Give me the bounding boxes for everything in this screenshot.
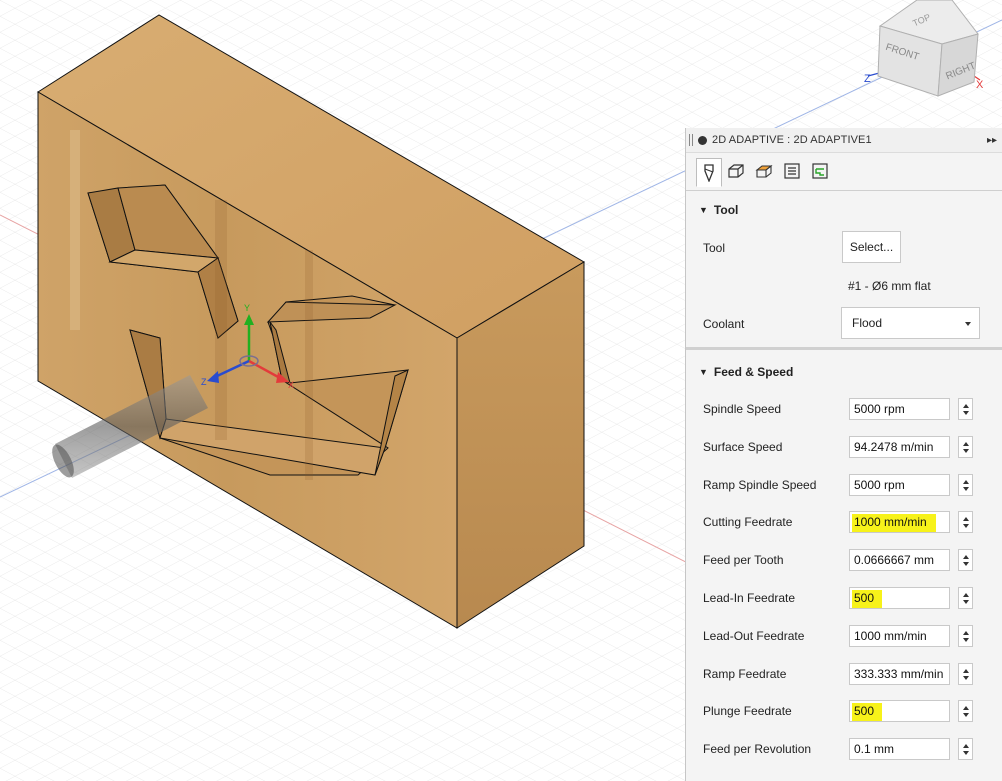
stepper-down-icon[interactable] <box>963 676 969 680</box>
surface-speed-label: Surface Speed <box>703 440 783 454</box>
dropdown-caret-icon <box>965 322 971 326</box>
stepper-up-icon[interactable] <box>963 404 969 408</box>
tab-linking[interactable] <box>808 158 832 184</box>
stepper-down-icon[interactable] <box>963 600 969 604</box>
stepper-down-icon[interactable] <box>963 411 969 415</box>
panel-header: 2D ADAPTIVE : 2D ADAPTIVE1 ▸▸ <box>686 128 1002 153</box>
tool-description: #1 - Ø6 mm flat <box>848 279 931 293</box>
plunge-feedrate-input[interactable]: 500 <box>849 700 950 722</box>
lead-out-feedrate-stepper[interactable] <box>958 625 973 647</box>
stepper-down-icon[interactable] <box>963 524 969 528</box>
cutting-feedrate-label: Cutting Feedrate <box>703 515 793 529</box>
operation-panel: 2D ADAPTIVE : 2D ADAPTIVE1 ▸▸ ▼ Tool Too… <box>685 128 1002 781</box>
stepper-up-icon[interactable] <box>963 744 969 748</box>
feed-per-revolution-input[interactable]: 0.1 mm <box>849 738 950 760</box>
stepper-down-icon[interactable] <box>963 487 969 491</box>
panel-tabs <box>686 155 1002 191</box>
coolant-value: Flood <box>852 316 883 330</box>
feed-per-tooth-label: Feed per Tooth <box>703 553 784 567</box>
ramp-feedrate-stepper[interactable] <box>958 663 973 685</box>
passes-tab-icon <box>784 163 800 179</box>
stepper-down-icon[interactable] <box>963 638 969 642</box>
viewcube-z-label: Z <box>864 73 871 85</box>
stepper-down-icon[interactable] <box>963 562 969 566</box>
section-divider <box>686 347 1002 350</box>
spindle-speed-stepper[interactable] <box>958 398 973 420</box>
surface-speed-value: 94.2478 m/min <box>854 440 934 454</box>
ramp-feedrate-input[interactable]: 333.333 mm/min <box>849 663 950 685</box>
ramp-spindle-speed-stepper[interactable] <box>958 474 973 496</box>
heights-tab-icon <box>755 164 773 178</box>
stepper-up-icon[interactable] <box>963 555 969 559</box>
feed-per-tooth-stepper[interactable] <box>958 549 973 571</box>
ramp-spindle-speed-label: Ramp Spindle Speed <box>703 478 817 492</box>
feed-per-tooth-input[interactable]: 0.0666667 mm <box>849 549 950 571</box>
lead-out-feedrate-input[interactable]: 1000 mm/min <box>849 625 950 647</box>
select-tool-button[interactable]: Select... <box>842 231 901 263</box>
tab-passes[interactable] <box>780 158 804 184</box>
viewcube[interactable]: TOP FRONT RIGHT Z X <box>860 0 1002 110</box>
gizmo-z-label: Z <box>201 377 207 387</box>
feed-per-revolution-stepper[interactable] <box>958 738 973 760</box>
ramp-spindle-speed-value: 5000 rpm <box>854 478 905 492</box>
tab-heights[interactable] <box>752 158 776 184</box>
stepper-down-icon[interactable] <box>963 449 969 453</box>
linking-tab-icon <box>812 163 828 179</box>
tab-tool[interactable] <box>696 158 722 187</box>
feed-per-revolution-value: 0.1 mm <box>854 742 895 756</box>
ramp-spindle-speed-input[interactable]: 5000 rpm <box>849 474 950 496</box>
stepper-up-icon[interactable] <box>963 480 969 484</box>
gizmo-x-label: X <box>288 380 294 390</box>
panel-grip-icon[interactable] <box>689 134 693 146</box>
feed-per-revolution-label: Feed per Revolution <box>703 742 812 756</box>
plunge-feedrate-label: Plunge Feedrate <box>703 704 792 718</box>
stepper-up-icon[interactable] <box>963 442 969 446</box>
stepper-up-icon[interactable] <box>963 669 969 673</box>
spindle-speed-value: 5000 rpm <box>854 402 905 416</box>
lead-out-feedrate-value: 1000 mm/min <box>854 629 927 643</box>
ramp-feedrate-value: 333.333 mm/min <box>854 667 944 681</box>
stepper-up-icon[interactable] <box>963 631 969 635</box>
feed-speed-section-title: Feed & Speed <box>713 365 794 379</box>
surface-speed-stepper[interactable] <box>958 436 973 458</box>
collapse-triangle-icon: ▼ <box>699 205 708 215</box>
stepper-up-icon[interactable] <box>963 706 969 710</box>
lead-in-feedrate-label: Lead-In Feedrate <box>703 591 796 605</box>
cutting-feedrate-value: 1000 mm/min <box>854 515 927 529</box>
lead-in-feedrate-stepper[interactable] <box>958 587 973 609</box>
tool-section-header[interactable]: ▼ Tool <box>686 196 1002 224</box>
viewcube-x-label: X <box>976 79 984 91</box>
feed-speed-section-header[interactable]: ▼ Feed & Speed <box>686 358 1002 386</box>
geometry-tab-icon <box>728 164 744 178</box>
cutting-feedrate-input[interactable]: 1000 mm/min <box>849 511 950 533</box>
tool-section-title: Tool <box>713 203 739 217</box>
coolant-select[interactable]: Flood <box>841 307 980 339</box>
stepper-down-icon[interactable] <box>963 713 969 717</box>
lead-in-feedrate-input[interactable]: 500 <box>849 587 950 609</box>
lead-in-feedrate-value: 500 <box>854 591 875 605</box>
collapse-triangle-icon: ▼ <box>699 367 708 377</box>
panel-title: 2D ADAPTIVE : 2D ADAPTIVE1 <box>712 134 872 146</box>
lead-out-feedrate-label: Lead-Out Feedrate <box>703 629 805 643</box>
coolant-label: Coolant <box>703 317 745 331</box>
surface-speed-input[interactable]: 94.2478 m/min <box>849 436 950 458</box>
plunge-feedrate-stepper[interactable] <box>958 700 973 722</box>
operation-status-icon <box>698 135 707 145</box>
tool-tab-icon <box>704 163 714 182</box>
cutting-feedrate-stepper[interactable] <box>958 511 973 533</box>
tool-label: Tool <box>703 241 726 255</box>
spindle-speed-input[interactable]: 5000 rpm <box>849 398 950 420</box>
ramp-feedrate-label: Ramp Feedrate <box>703 667 787 681</box>
spindle-speed-label: Spindle Speed <box>703 402 782 416</box>
stepper-up-icon[interactable] <box>963 593 969 597</box>
stepper-up-icon[interactable] <box>963 517 969 521</box>
expand-panel-icon[interactable]: ▸▸ <box>987 135 997 146</box>
plunge-feedrate-value: 500 <box>854 704 875 718</box>
tab-geometry[interactable] <box>724 158 748 184</box>
stepper-down-icon[interactable] <box>963 751 969 755</box>
gizmo-y-label: Y <box>244 303 250 313</box>
feed-per-tooth-value: 0.0666667 mm <box>854 553 935 567</box>
